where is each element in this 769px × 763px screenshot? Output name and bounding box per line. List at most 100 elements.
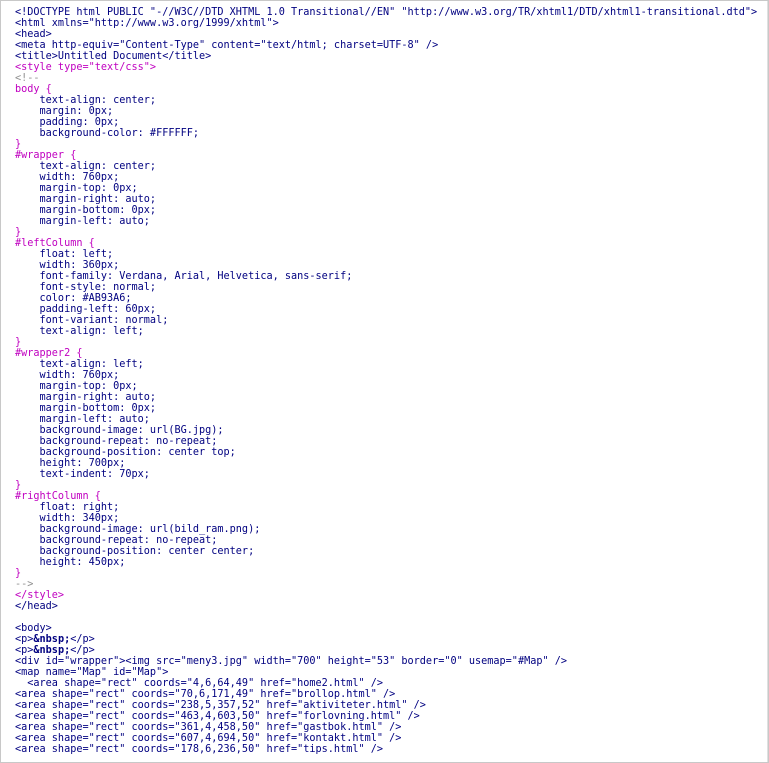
code-line: #wrapper2 { — [15, 348, 768, 359]
code-line: --> — [15, 579, 768, 590]
source-code[interactable]: <!DOCTYPE html PUBLIC "-//W3C//DTD XHTML… — [1, 1, 768, 755]
code-line: <p>&nbsp;</p> — [15, 634, 768, 645]
code-line: <area shape="rect" coords="463,4,603,50"… — [15, 711, 768, 722]
code-editor[interactable]: <!DOCTYPE html PUBLIC "-//W3C//DTD XHTML… — [0, 0, 769, 763]
code-line: } — [15, 139, 768, 150]
code-line: } — [15, 337, 768, 348]
code-line: margin: 0px; — [15, 106, 768, 117]
code-line: <html xmlns="http://www.w3.org/1999/xhtm… — [15, 18, 768, 29]
code-line: <body> — [15, 623, 768, 634]
code-line: margin-left: auto; — [15, 414, 768, 425]
code-token: &nbsp; — [33, 634, 71, 645]
code-line: float: right; — [15, 502, 768, 513]
code-token: margin-left: auto; — [15, 216, 150, 227]
code-line: width: 760px; — [15, 172, 768, 183]
code-token: text-align: center; — [15, 95, 157, 106]
code-token: padding-left: 60px; — [15, 304, 157, 315]
code-line: <area shape="rect" coords="70,6,171,49" … — [15, 689, 768, 700]
code-token: <area shape="rect" coords="70,6,171,49" … — [15, 689, 396, 700]
code-line: float: left; — [15, 249, 768, 260]
code-token: margin-bottom: 0px; — [15, 205, 157, 216]
code-line: <area shape="rect" coords="361,4,458,50"… — [15, 722, 768, 733]
code-line: <div id="wrapper"><img src="meny3.jpg" w… — [15, 656, 768, 667]
code-token: text-align: left; — [15, 326, 144, 337]
code-token: #rightColumn { — [15, 491, 101, 502]
code-line: background-image: url(BG.jpg); — [15, 425, 768, 436]
code-line: <!-- — [15, 73, 768, 84]
code-line: #leftColumn { — [15, 238, 768, 249]
code-line: #wrapper { — [15, 150, 768, 161]
code-token: height: 450px; — [15, 557, 126, 568]
code-token: </p> — [70, 634, 95, 645]
code-token: } — [15, 480, 22, 491]
code-line: font-variant: normal; — [15, 315, 768, 326]
code-token: float: right; — [15, 502, 120, 513]
code-token: } — [15, 227, 22, 238]
code-line: #rightColumn { — [15, 491, 768, 502]
code-line: font-family: Verdana, Arial, Helvetica, … — [15, 271, 768, 282]
code-line: margin-left: auto; — [15, 216, 768, 227]
code-line: } — [15, 227, 768, 238]
code-token: margin-top: 0px; — [15, 183, 138, 194]
code-line: } — [15, 480, 768, 491]
code-line: </head> — [15, 601, 768, 612]
code-token: </style> — [15, 590, 65, 601]
code-token: #wrapper { — [15, 150, 77, 161]
code-line: color: #AB93A6; — [15, 293, 768, 304]
code-token: background-image: url(BG.jpg); — [15, 425, 224, 436]
code-line: padding: 0px; — [15, 117, 768, 128]
code-line: margin-right: auto; — [15, 392, 768, 403]
code-token: } — [15, 139, 22, 150]
code-line: font-style: normal; — [15, 282, 768, 293]
code-token: </head> — [15, 601, 58, 612]
code-token: </p> — [70, 645, 95, 656]
code-token: text-align: center; — [15, 161, 157, 172]
code-token: } — [15, 568, 22, 579]
code-token: margin-right: auto; — [15, 392, 157, 403]
code-line: <!DOCTYPE html PUBLIC "-//W3C//DTD XHTML… — [15, 7, 768, 18]
code-token: <style type="text/css"> — [15, 62, 157, 73]
code-token: <p> — [15, 645, 34, 656]
code-line: margin-top: 0px; — [15, 183, 768, 194]
code-token: } — [15, 337, 22, 348]
code-line: height: 700px; — [15, 458, 768, 469]
code-line: background-position: center top; — [15, 447, 768, 458]
code-token: <meta http-equiv="Content-Type" content=… — [15, 40, 439, 51]
code-line: <head> — [15, 29, 768, 40]
code-line: margin-top: 0px; — [15, 381, 768, 392]
code-line: body { — [15, 84, 768, 95]
code-line: <area shape="rect" coords="178,6,236,50"… — [15, 744, 768, 755]
code-line: } — [15, 568, 768, 579]
code-token: <title>Untitled Document</title> — [15, 51, 212, 62]
code-token: height: 700px; — [15, 458, 126, 469]
code-token: margin-left: auto; — [15, 414, 150, 425]
code-token: width: 760px; — [15, 370, 120, 381]
code-line: text-indent: 70px; — [15, 469, 768, 480]
code-token: background-repeat: no-repeat; — [15, 535, 218, 546]
code-token: text-align: left; — [15, 359, 144, 370]
code-line: background-repeat: no-repeat; — [15, 535, 768, 546]
code-token: background-position: center center; — [15, 546, 255, 557]
code-line: width: 760px; — [15, 370, 768, 381]
code-token: color: #AB93A6; — [15, 293, 132, 304]
code-token: width: 760px; — [15, 172, 120, 183]
code-token: font-family: Verdana, Arial, Helvetica, … — [15, 271, 353, 282]
code-token: <map name="Map" id="Map"> — [15, 667, 169, 678]
code-token: margin-right: auto; — [15, 194, 157, 205]
code-token: <!-- — [15, 73, 40, 84]
code-token: font-style: normal; — [15, 282, 157, 293]
code-token: <!DOCTYPE html PUBLIC "-//W3C//DTD XHTML… — [15, 7, 758, 18]
editor-right-edge — [767, 1, 768, 762]
code-token: <area shape="rect" coords="463,4,603,50"… — [15, 711, 420, 722]
code-line: margin-right: auto; — [15, 194, 768, 205]
code-token: <p> — [15, 634, 34, 645]
code-token: <area shape="rect" coords="4,6,64,49" hr… — [15, 678, 384, 689]
code-line: margin-bottom: 0px; — [15, 205, 768, 216]
code-line: height: 450px; — [15, 557, 768, 568]
code-token: <area shape="rect" coords="238,5,357,52"… — [15, 700, 426, 711]
code-token: background-image: url(bild_ram.png); — [15, 524, 261, 535]
code-token: <div id="wrapper"><img src="meny3.jpg" w… — [15, 656, 568, 667]
code-line: background-position: center center; — [15, 546, 768, 557]
code-token: background-color: #FFFFFF; — [15, 128, 200, 139]
